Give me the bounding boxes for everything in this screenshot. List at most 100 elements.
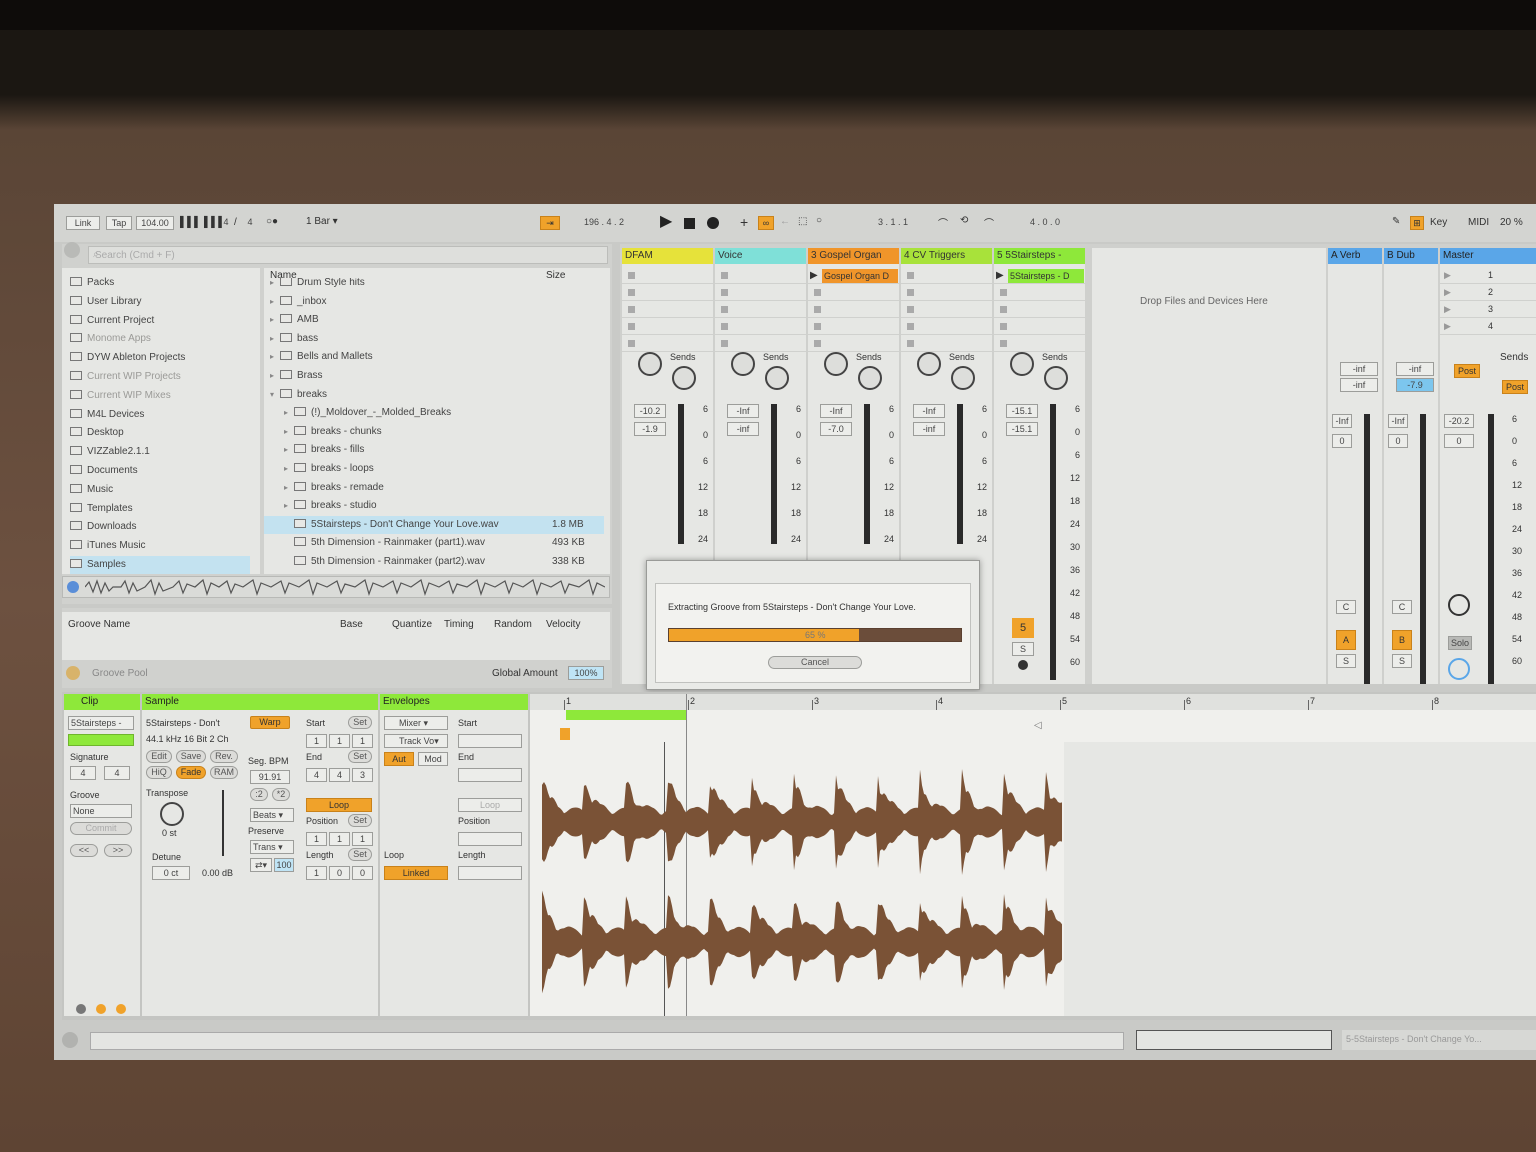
detune-field[interactable]: 0 ct [152,866,190,880]
signature-numerator[interactable]: 4 [220,216,232,230]
clip-slot[interactable] [901,285,992,301]
scene-play-icon[interactable]: ▶ [1444,270,1451,281]
expand-arrow-icon[interactable]: ▸ [284,460,294,478]
volume-field[interactable]: -Inf [727,404,759,418]
volume-field[interactable]: -15.1 [1006,404,1038,418]
return-a-send-a[interactable]: -inf [1340,362,1378,376]
expand-arrow-icon[interactable]: ▸ [284,441,294,459]
edit-button[interactable]: Edit [146,750,172,763]
master-header[interactable]: Master [1440,248,1536,264]
return-a-header[interactable]: A Verb [1328,248,1382,264]
loop-brace[interactable] [566,710,686,720]
bar-beat-field[interactable]: 3 [352,768,373,782]
places-item[interactable]: iTunes Music [70,537,146,555]
expand-arrow-icon[interactable]: ▸ [270,330,280,348]
clip-slot[interactable] [808,319,899,335]
clip-slot[interactable] [622,319,713,335]
file-row[interactable]: ▸ AMB [264,311,604,329]
return-a-crossfade[interactable]: C [1336,600,1356,614]
half-tempo-button[interactable]: :2 [250,788,268,801]
expand-arrow-icon[interactable]: ▸ [284,479,294,497]
hiq-button[interactable]: HiQ [146,766,172,779]
groove-chooser[interactable]: None [70,804,132,818]
clip-slot[interactable]: ▶ Gospel Organ D [808,268,899,284]
file-row[interactable]: ▸ Drum Style hits [264,278,604,292]
places-item[interactable]: Current Project [70,312,154,330]
clip-color-chooser[interactable] [68,734,134,746]
preview-volume-knob-icon[interactable] [1448,658,1470,680]
clip-stop-icon[interactable] [628,306,635,313]
track-header[interactable]: DFAM [622,248,713,264]
clip-slot[interactable] [715,285,806,301]
session-record-icon[interactable]: ○ [816,215,822,226]
send-b-knob-icon[interactable] [1044,366,1068,390]
pan-field[interactable]: -1.9 [634,422,666,436]
return-b-volume[interactable]: -Inf [1388,414,1408,428]
pan-field[interactable]: -7.0 [820,422,852,436]
return-b-send-b[interactable]: -7.9 [1396,378,1434,392]
overview-strip[interactable] [1136,1030,1332,1050]
places-item[interactable]: Templates [70,500,133,518]
toggle-dot-3[interactable] [116,1004,126,1014]
clip-slot[interactable] [901,268,992,284]
file-row[interactable]: 5th Dimension - Rainmaker (part2).wav 338… [264,553,604,571]
stop-icon[interactable] [684,218,695,229]
return-a-pan[interactable]: 0 [1332,434,1352,448]
loop-mode-select[interactable]: ⇄▾ [250,858,272,872]
fade-button[interactable]: Fade [176,766,206,779]
expand-arrow-icon[interactable]: ▸ [270,348,280,366]
ram-button[interactable]: RAM [210,766,238,779]
detail-clip-selector[interactable]: 5-5Stairsteps - Don't Change Yo... [1342,1030,1536,1050]
tap-button[interactable]: Tap [106,216,132,230]
bar-beat-field[interactable]: 1 [306,832,327,846]
file-row[interactable]: ▸ (!)_Moldover_-_Molded_Breaks [264,404,604,422]
toggle-dot-2[interactable] [96,1004,106,1014]
search-input[interactable]: ⌕ Search (Cmd + F) [88,246,608,264]
quantize-menu[interactable]: 1 Bar ▾ [306,216,338,227]
clip-stop-icon[interactable] [907,340,914,347]
places-item[interactable]: Packs [70,274,114,292]
clip-stop-icon[interactable] [1000,306,1007,313]
loop-start-field[interactable]: 3 . 1 . 1 [854,216,932,230]
capture-icon[interactable]: ⬚ [798,216,807,227]
envelope-device-select[interactable]: Mixer ▾ [384,716,448,730]
metronome-bars-icon[interactable]: ▌▌▌ ▌▌▌ [180,217,225,228]
clip-slot[interactable] [808,336,899,352]
clip-slot[interactable] [622,336,713,352]
envelopes-header[interactable]: Envelopes [380,694,528,710]
signature-denominator[interactable]: 4 [244,216,256,230]
clip-play-icon[interactable]: ▶ [996,270,1004,281]
places-item[interactable]: Desktop [70,424,124,442]
scene-launch[interactable]: ▶ 2 [1440,285,1536,301]
drop-area[interactable]: Drop Files and Devices Here [1092,248,1326,684]
expand-arrow-icon[interactable]: ▸ [284,497,294,515]
places-item[interactable]: User Library [70,293,141,311]
sample-header[interactable]: Sample [142,694,378,710]
seg-bpm-field[interactable]: 91.91 [250,770,290,784]
file-row[interactable]: ▸ bass [264,330,604,348]
bar-beat-field[interactable]: 1 [352,832,373,846]
clip-slot[interactable] [715,268,806,284]
clip-stop-icon[interactable] [1000,289,1007,296]
tempo-field[interactable]: 104.00 [136,216,174,230]
clip-stop-icon[interactable] [814,340,821,347]
key-map-button[interactable]: Key [1430,217,1447,228]
clip-slot[interactable] [715,319,806,335]
clip-name[interactable]: Gospel Organ D [822,269,898,283]
preview-icon[interactable] [67,581,79,593]
warp-mode-select[interactable]: Beats ▾ [250,808,294,822]
envelope-position-field[interactable] [458,832,522,846]
overdub-icon[interactable]: + [740,214,748,230]
clip-slot[interactable] [808,302,899,318]
play-icon[interactable]: ▶ [660,211,672,231]
master-pan[interactable]: 0 [1444,434,1474,448]
link-button[interactable]: Link [66,216,100,230]
info-view-toggle-icon[interactable] [62,1032,78,1048]
end-set-button[interactable]: Set [348,750,372,763]
clip-stop-icon[interactable] [814,306,821,313]
send-a-knob-icon[interactable] [731,352,755,376]
send-b-knob-icon[interactable] [765,366,789,390]
automation-button[interactable]: Aut [384,752,414,766]
bar-beat-field[interactable]: 1 [306,866,327,880]
clip-slot[interactable] [622,302,713,318]
